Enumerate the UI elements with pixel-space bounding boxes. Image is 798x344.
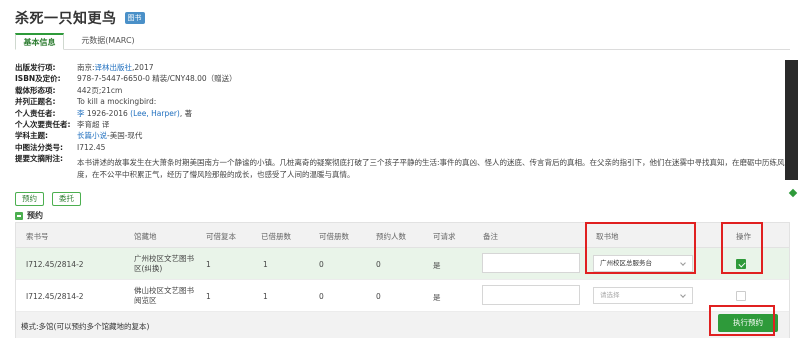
field-value: I712.45 — [77, 142, 106, 152]
side-cover-strip — [785, 60, 798, 180]
pickup-select[interactable]: 请选择 — [593, 287, 693, 304]
page-title: 杀死一只知更鸟 — [15, 11, 117, 27]
publisher-link[interactable]: 译林出版社 — [95, 63, 133, 72]
type-badge: 图书 — [124, 12, 145, 24]
call-no-cell: I712.45/2814-2 — [26, 260, 84, 269]
field-label: 中图法分类号: — [15, 142, 63, 152]
tab-basic-info[interactable]: 基本信息 — [15, 33, 64, 50]
pickup-select-placeholder: 请选择 — [600, 291, 620, 299]
abstract-text: 本书讲述的故事发生在大萧条时期美国南方一个静谧的小镇。几桩离奇的疑案彻底打破了三… — [77, 158, 785, 179]
reserve-section-title: 预约 — [27, 211, 43, 220]
reserve-button[interactable]: 预约 — [15, 192, 44, 206]
field-label: 载体形态项: — [15, 85, 56, 95]
field-value: 978-7-5447-6650-0 精装/CNY48.00（赠送） — [77, 74, 237, 84]
row-checkbox[interactable] — [736, 291, 746, 301]
field-value: 442页;21cm — [77, 85, 123, 95]
remark-input[interactable] — [482, 253, 580, 273]
field-value: 李育超 译 — [77, 119, 110, 129]
execute-highlight-box — [709, 305, 775, 336]
pickup-highlight-box — [585, 222, 696, 274]
call-no-cell: I712.45/2814-2 — [26, 292, 84, 301]
field-label: 提要文摘附注: — [15, 154, 63, 164]
field-value: To kill a mockingbird: — [77, 97, 157, 107]
reservations-cell: 0 — [376, 260, 381, 269]
location-cell: 佛山校区文艺图书阅览区 — [134, 286, 194, 305]
col-loanable: 可借册数 — [319, 232, 349, 241]
location-cell: 广州校区文艺图书区(纠换) — [134, 254, 194, 273]
mode-note: 模式:多馆(可以预约多个馆藏地的复本) — [21, 322, 150, 331]
table-footer: 模式:多馆(可以预约多个馆藏地的复本) — [16, 312, 789, 338]
author-link[interactable]: 李 — [77, 109, 85, 118]
subject-link[interactable]: 长篇小说 — [77, 131, 107, 140]
title-row: 杀死一只知更鸟 图书 — [15, 8, 145, 28]
tab-marc[interactable]: 元数据(MARC) — [73, 33, 143, 50]
side-star-icon — [788, 188, 798, 198]
field-value: 长篇小说-美国-现代 — [77, 131, 143, 141]
field-label: 学科主题: — [15, 131, 48, 141]
col-call-no: 索书号 — [26, 232, 49, 241]
delegate-button[interactable]: 委托 — [52, 192, 81, 206]
avail-copies-cell: 1 — [206, 260, 211, 269]
col-avail-copies: 可借复本 — [206, 232, 236, 241]
reserve-icon — [15, 211, 23, 220]
requestable-cell: 是 — [433, 261, 441, 270]
loanable-cell: 0 — [319, 292, 324, 301]
reserve-section-header: 预约 — [15, 210, 43, 221]
reservations-cell: 0 — [376, 292, 381, 301]
table-row[interactable]: I712.45/2814-2 佛山校区文艺图书阅览区 1 1 0 0 是 请选择 — [16, 280, 789, 312]
col-location: 馆藏地 — [134, 232, 157, 241]
borrowed-cell: 1 — [263, 292, 268, 301]
action-buttons: 预约 委托 — [15, 192, 81, 206]
remark-input[interactable] — [482, 285, 580, 305]
loanable-cell: 0 — [319, 260, 324, 269]
field-label: 个人次要责任者: — [15, 119, 71, 129]
chevron-down-icon — [680, 292, 686, 298]
col-reservations: 预约人数 — [376, 232, 406, 241]
field-label: 个人责任者: — [15, 108, 56, 118]
requestable-cell: 是 — [433, 293, 441, 302]
operation-highlight-box — [721, 222, 763, 274]
borrowed-cell: 1 — [263, 260, 268, 269]
tab-bar: 基本信息 元数据(MARC) — [15, 33, 790, 50]
col-remark: 备注 — [483, 232, 498, 241]
avail-copies-cell: 1 — [206, 292, 211, 301]
field-label: 并列正题名: — [15, 97, 56, 107]
field-value: 李 1926-2016 (Lee, Harper), 著 — [77, 108, 193, 118]
field-label: 出版发行项: — [15, 63, 56, 72]
field-label: ISBN及定价: — [15, 74, 61, 84]
field-value: 南京:译林出版社,2017 — [77, 63, 154, 72]
author-en-link[interactable]: (Lee, Harper) — [130, 109, 180, 118]
col-borrowed: 已借册数 — [261, 232, 291, 241]
col-requestable: 可请求 — [433, 232, 456, 241]
